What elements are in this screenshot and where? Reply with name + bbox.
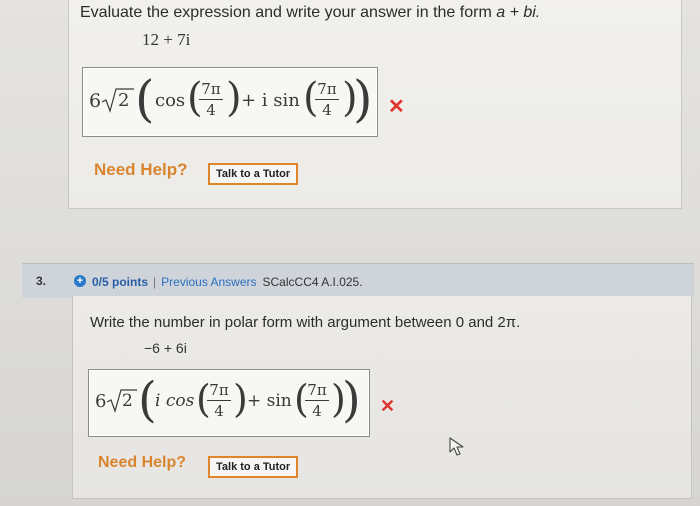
talk-to-tutor-button[interactable]: Talk to a Tutor [208,163,299,185]
answer-box-q2[interactable]: 6 2 ( cos ( 7π 4 ) + i sin ( 7π 4 ) ) [82,67,378,137]
fraction-denominator: 4 [322,101,332,119]
question-3-prompt: Write the number in polar form with argu… [90,314,521,331]
separator: | [153,275,157,289]
fraction-denominator: 4 [206,101,216,119]
sqrt-argument: 2 [118,90,130,111]
inner-paren-right: ) [233,377,248,421]
question-2-prompt: Evaluate the expression and write your a… [80,4,540,22]
left-paren: ( [135,70,155,128]
points-label: 0/5 points [92,275,149,289]
i-cos-label: i cos [155,391,195,411]
right-paren: ) [353,70,373,128]
need-help-label: Need Help? [98,454,187,471]
fraction-numerator: 7π [307,381,327,399]
plus-i-sin: + i sin [241,90,300,111]
inner-paren-right: ) [226,75,242,121]
fraction-2: 7π 4 [305,381,329,420]
plus-sin: + sin [247,391,292,411]
need-help-label: Need Help? [94,160,188,179]
fraction-numerator: 7π [317,80,337,98]
talk-to-tutor-button[interactable]: Talk to a Tutor [208,456,299,478]
plus-icon[interactable]: + [74,275,86,287]
mouse-cursor-icon [449,437,464,456]
problem-code: SCalcCC4 A.I.025. [262,275,363,289]
sqrt-argument: 2 [122,391,133,411]
fraction-numerator: 7π [209,381,229,399]
question-3-expression: −6 + 6i [144,340,187,356]
cos-label: cos [155,90,186,111]
fraction-denominator: 4 [214,402,224,420]
prompt-text: Evaluate the expression and write your a… [80,4,497,21]
fraction-1: 7π 4 [207,381,231,420]
fraction-numerator: 7π [201,80,221,98]
incorrect-x-icon: ✕ [380,396,396,416]
question-2-expression: 12 + 7i [142,30,191,49]
right-paren: ) [342,372,361,428]
left-paren: ( [138,372,157,428]
coefficient: 6 [95,391,107,412]
fraction-1: 7π 4 [199,80,223,119]
previous-answers-link[interactable]: Previous Answers [161,275,256,289]
fraction-2: 7π 4 [315,80,339,119]
fraction-denominator: 4 [312,402,322,420]
answer-box-q3[interactable]: 6 2 ( i cos ( 7π 4 ) + sin ( 7π 4 ) ) [88,369,370,437]
question-number: 3. [36,274,47,288]
question-3-meta: 0/5 points | Previous Answers SCalcCC4 A.I.… [92,275,363,289]
page-background: Evaluate the expression and write your a… [0,0,700,506]
prompt-form: a + bi. [496,4,541,21]
incorrect-x-icon: ✕ [388,96,405,118]
coefficient: 6 [89,90,102,112]
